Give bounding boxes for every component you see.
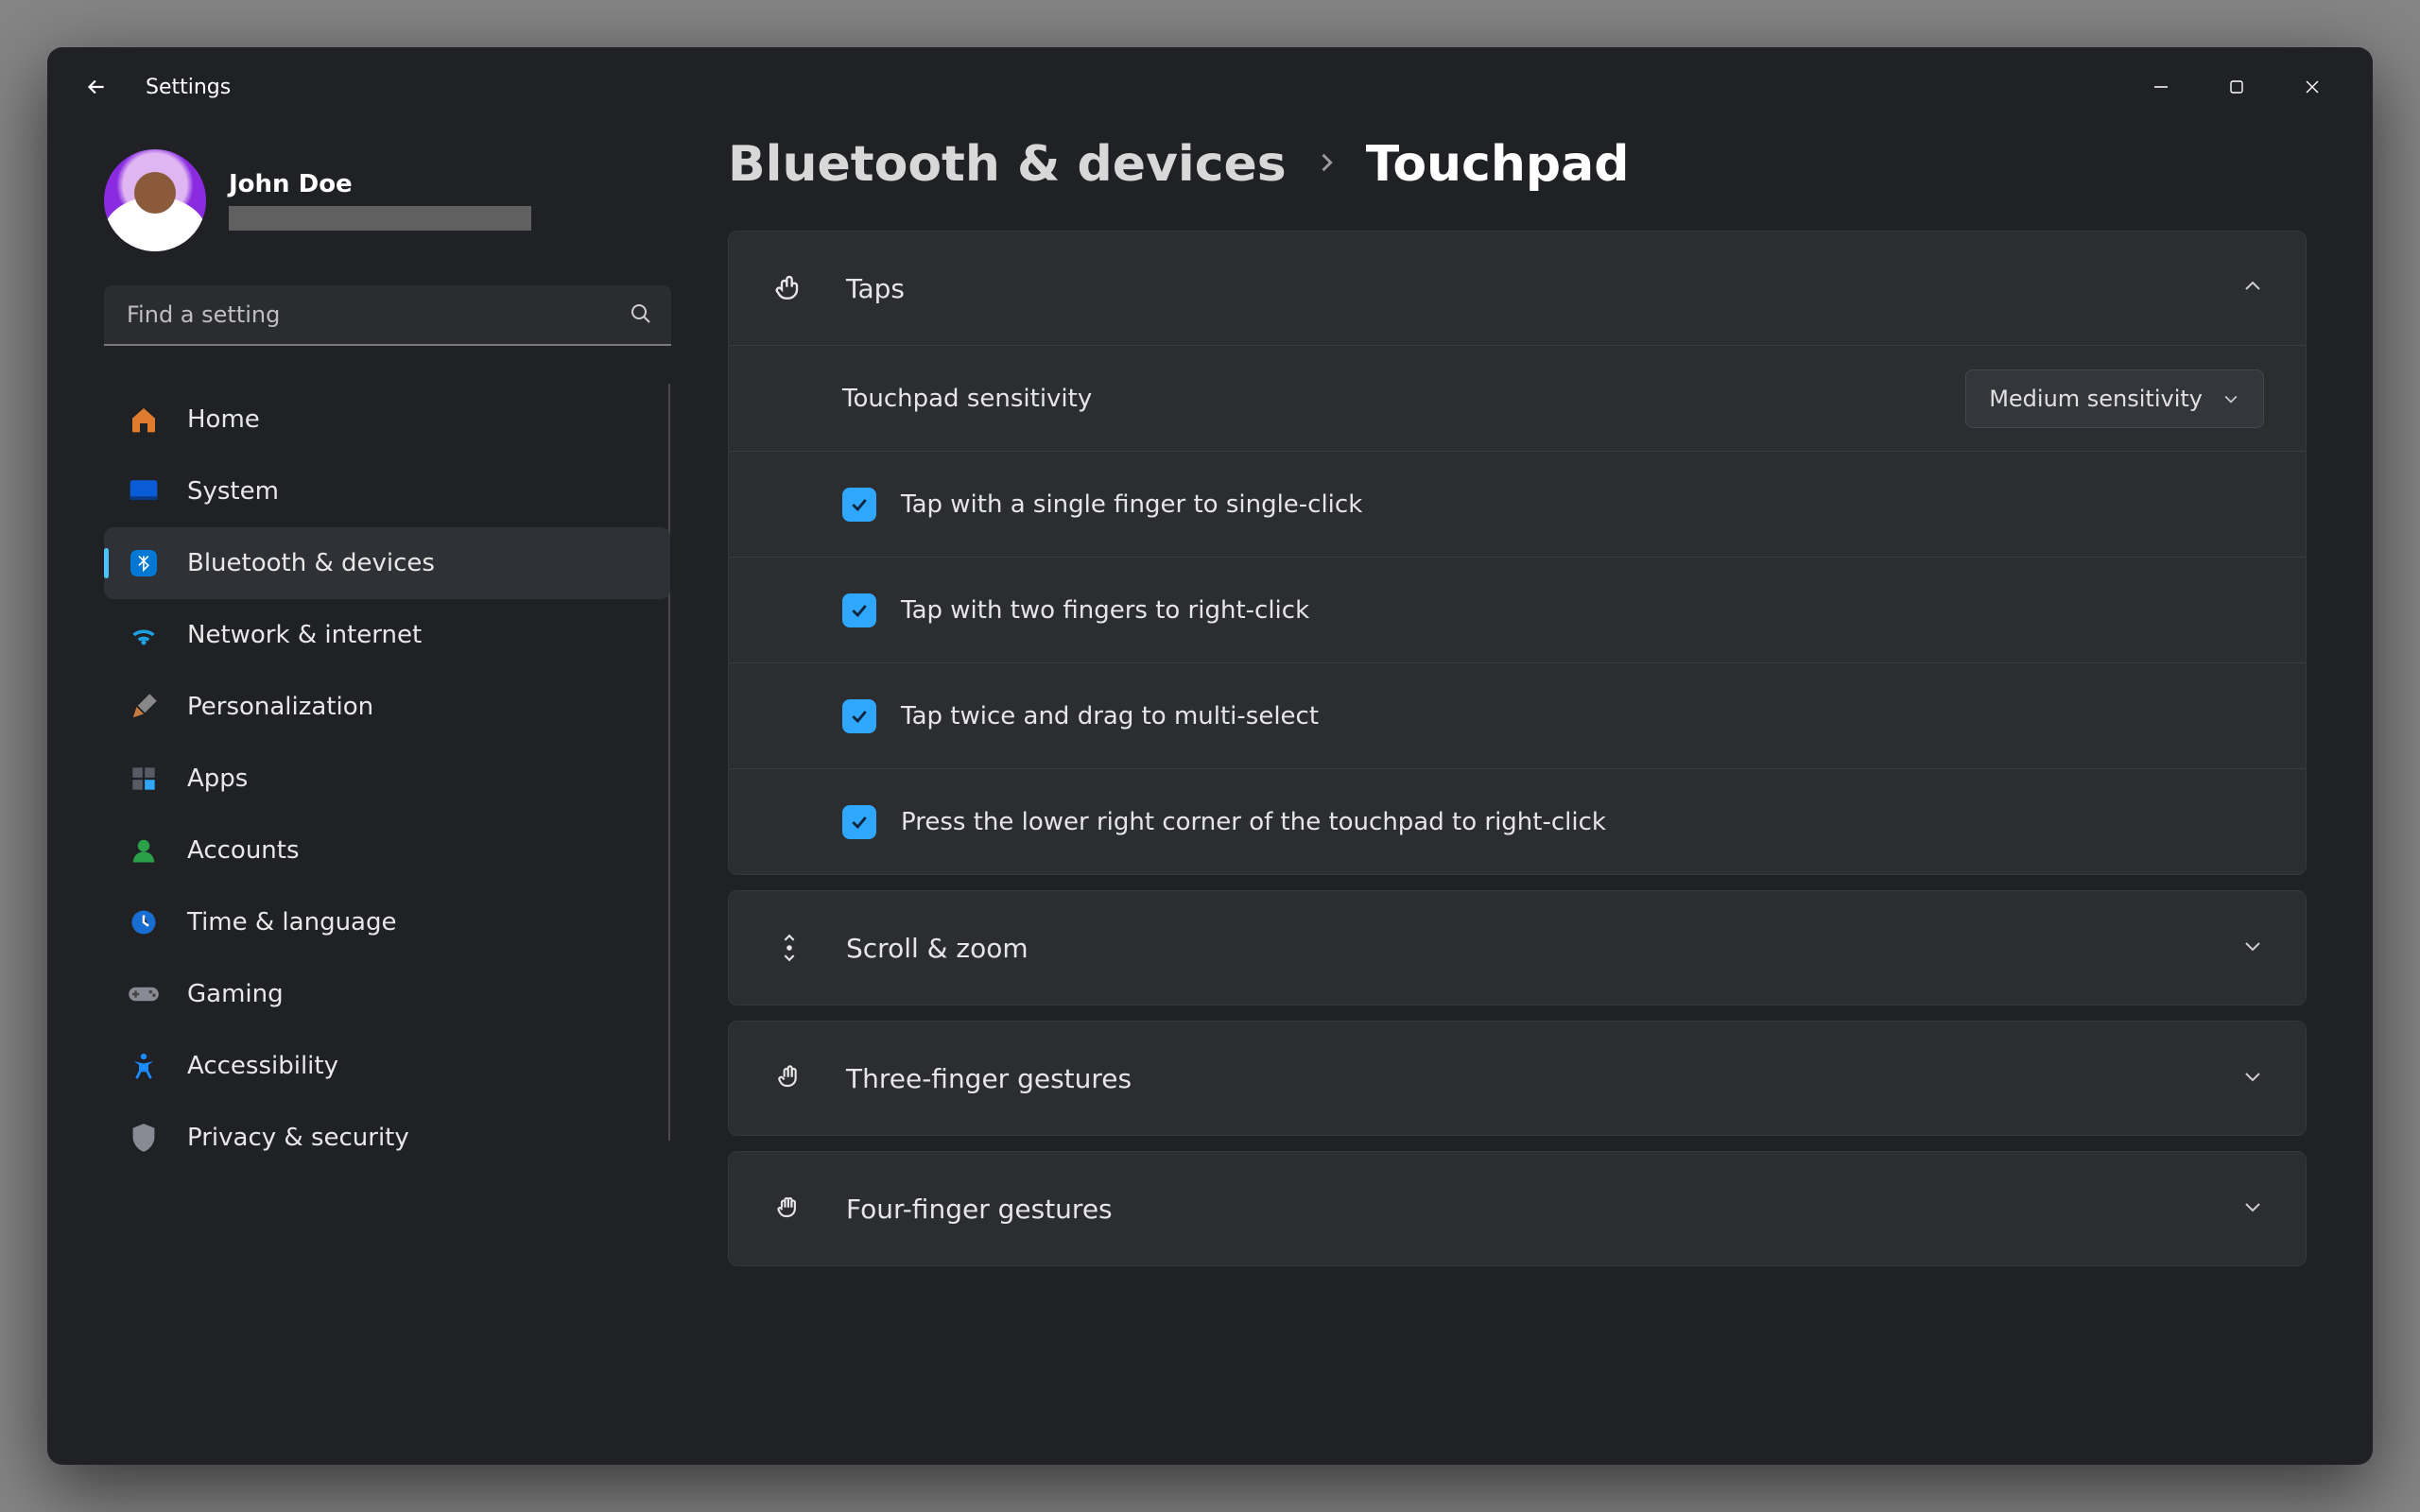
- four-finger-label: Four-finger gestures: [846, 1194, 2241, 1225]
- sidebar-item-label: Time & language: [187, 908, 396, 936]
- profile-email-redacted: [229, 206, 531, 231]
- sidebar-item-apps[interactable]: Apps: [104, 743, 670, 815]
- apps-icon: [127, 762, 161, 796]
- sidebar-item-time[interactable]: Time & language: [104, 886, 670, 958]
- sidebar-item-accessibility[interactable]: Accessibility: [104, 1030, 670, 1102]
- breadcrumb-parent[interactable]: Bluetooth & devices: [728, 136, 1287, 193]
- taps-label: Taps: [846, 273, 2241, 304]
- chevron-up-icon: [2241, 275, 2264, 301]
- three-finger-label: Three-finger gestures: [846, 1063, 2241, 1094]
- search-box[interactable]: [104, 285, 671, 346]
- time-icon: [127, 905, 161, 939]
- gaming-icon: [127, 977, 161, 1011]
- chevron-down-icon: [2221, 389, 2240, 408]
- sensitivity-label: Touchpad sensitivity: [842, 385, 1965, 413]
- back-button[interactable]: [70, 60, 123, 113]
- nav-list: Home System Bluetooth & devices Network & i…: [104, 384, 671, 1465]
- check-label: Tap with two fingers to right-click: [901, 596, 1309, 625]
- four-finger-header[interactable]: Four-finger gestures: [729, 1152, 2306, 1265]
- check-label: Tap twice and drag to multi-select: [901, 702, 1319, 730]
- search-icon: [630, 302, 652, 329]
- avatar: [104, 149, 206, 251]
- sidebar-item-label: Accounts: [187, 836, 300, 865]
- check-label: Press the lower right corner of the touc…: [901, 808, 1606, 836]
- home-icon: [127, 403, 161, 437]
- taps-check-row-2: Tap twice and drag to multi-select: [729, 662, 2306, 768]
- sidebar-item-label: Apps: [187, 765, 248, 793]
- sidebar-item-label: Accessibility: [187, 1052, 338, 1080]
- maximize-button[interactable]: [2199, 60, 2274, 113]
- sidebar-item-label: Privacy & security: [187, 1124, 409, 1152]
- sidebar-item-home[interactable]: Home: [104, 384, 670, 455]
- sidebar-item-personalization[interactable]: Personalization: [104, 671, 670, 743]
- check-label: Tap with a single finger to single-click: [901, 490, 1362, 519]
- scroll-icon: [770, 933, 808, 963]
- sidebar-item-label: Network & internet: [187, 621, 422, 649]
- privacy-icon: [127, 1121, 161, 1155]
- checkbox[interactable]: [842, 805, 876, 839]
- four-finger-icon: [770, 1194, 808, 1224]
- taps-check-row-0: Tap with a single finger to single-click: [729, 451, 2306, 557]
- sidebar-item-bluetooth[interactable]: Bluetooth & devices: [104, 527, 670, 599]
- sensitivity-dropdown[interactable]: Medium sensitivity: [1965, 369, 2264, 428]
- sidebar-item-label: System: [187, 477, 279, 506]
- sidebar-item-gaming[interactable]: Gaming: [104, 958, 670, 1030]
- three-finger-header[interactable]: Three-finger gestures: [729, 1022, 2306, 1135]
- sidebar-item-label: Home: [187, 405, 260, 434]
- chevron-down-icon: [2241, 935, 2264, 961]
- titlebar: Settings: [47, 47, 2373, 127]
- chevron-right-icon: [1313, 146, 1340, 184]
- profile-block[interactable]: John Doe: [104, 149, 671, 251]
- window-title: Settings: [146, 76, 231, 99]
- profile-name: John Doe: [229, 170, 531, 198]
- taps-header[interactable]: Taps: [729, 232, 2306, 345]
- scroll-zoom-header[interactable]: Scroll & zoom: [729, 891, 2306, 1005]
- system-icon: [127, 474, 161, 508]
- sidebar-item-label: Gaming: [187, 980, 284, 1008]
- sidebar-item-accounts[interactable]: Accounts: [104, 815, 670, 886]
- accounts-icon: [127, 833, 161, 868]
- taps-card: Taps Touchpad sensitivity Medium sensiti…: [728, 231, 2307, 875]
- tap-icon: [770, 273, 808, 303]
- breadcrumb: Bluetooth & devices Touchpad: [728, 136, 2307, 193]
- sidebar-item-label: Personalization: [187, 693, 373, 721]
- three-finger-icon: [770, 1063, 808, 1093]
- four-finger-card: Four-finger gestures: [728, 1151, 2307, 1266]
- chevron-down-icon: [2241, 1195, 2264, 1222]
- scroll-zoom-card: Scroll & zoom: [728, 890, 2307, 1005]
- taps-check-row-3: Press the lower right corner of the touc…: [729, 768, 2306, 874]
- sidebar: John Doe Home System Bluetooth & devices Ne…: [47, 127, 709, 1465]
- scroll-zoom-label: Scroll & zoom: [846, 933, 2241, 964]
- chevron-down-icon: [2241, 1065, 2264, 1091]
- sidebar-item-label: Bluetooth & devices: [187, 549, 435, 577]
- sidebar-item-network[interactable]: Network & internet: [104, 599, 670, 671]
- main-content: Bluetooth & devices Touchpad Taps: [709, 127, 2373, 1465]
- sidebar-item-privacy[interactable]: Privacy & security: [104, 1102, 670, 1174]
- bluetooth-icon: [127, 546, 161, 580]
- accessibility-icon: [127, 1049, 161, 1083]
- sensitivity-row: Touchpad sensitivity Medium sensitivity: [729, 345, 2306, 451]
- sensitivity-value: Medium sensitivity: [1989, 386, 2203, 412]
- network-icon: [127, 618, 161, 652]
- checkbox[interactable]: [842, 699, 876, 733]
- minimize-button[interactable]: [2123, 60, 2199, 113]
- taps-check-row-1: Tap with two fingers to right-click: [729, 557, 2306, 662]
- checkbox[interactable]: [842, 488, 876, 522]
- three-finger-card: Three-finger gestures: [728, 1021, 2307, 1136]
- personalization-icon: [127, 690, 161, 724]
- settings-window: Settings John Doe HomeSystemB: [47, 47, 2373, 1465]
- checkbox[interactable]: [842, 593, 876, 627]
- search-input[interactable]: [104, 285, 671, 346]
- breadcrumb-current: Touchpad: [1366, 136, 1630, 193]
- close-button[interactable]: [2274, 60, 2350, 113]
- sidebar-item-system[interactable]: System: [104, 455, 670, 527]
